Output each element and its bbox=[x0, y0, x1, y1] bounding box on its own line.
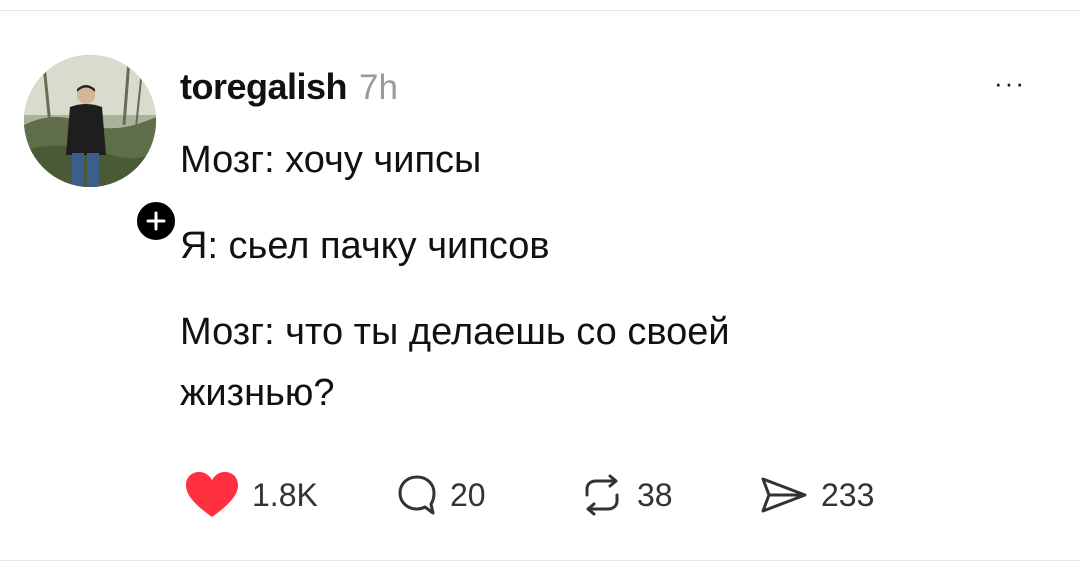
avatar[interactable] bbox=[24, 55, 156, 187]
more-horizontal-icon: ··· bbox=[994, 67, 1026, 98]
avatar-container[interactable] bbox=[24, 55, 179, 244]
comment-icon bbox=[398, 475, 436, 515]
send-icon bbox=[761, 477, 807, 513]
post-body-line: Мозг: хочу чипсы bbox=[180, 139, 482, 181]
post-timestamp[interactable]: 7h bbox=[359, 68, 398, 108]
avatar-photo-icon bbox=[24, 55, 156, 187]
like-count: 1.8K bbox=[252, 476, 318, 513]
thread-post: toregalish 7h ··· Мозг: хочу чипсы Я: сь… bbox=[0, 0, 1080, 569]
share-button[interactable]: 233 bbox=[759, 470, 874, 520]
more-options-button[interactable]: ··· bbox=[985, 68, 1035, 98]
post-header: toregalish 7h bbox=[180, 66, 398, 108]
repost-icon bbox=[585, 474, 619, 516]
reply-button[interactable]: 20 bbox=[396, 470, 486, 520]
post-body-line: Я: сьел пачку чипсов bbox=[180, 225, 550, 267]
reply-count: 20 bbox=[450, 476, 486, 513]
share-count: 233 bbox=[821, 476, 875, 513]
author-username[interactable]: toregalish bbox=[180, 66, 348, 108]
post-body-line: жизнью? bbox=[180, 372, 335, 414]
like-button[interactable]: 1.8K bbox=[184, 470, 318, 520]
bottom-divider bbox=[0, 560, 1080, 561]
plus-icon bbox=[146, 211, 166, 231]
post-body-line: Мозг: что ты делаешь со своей bbox=[180, 311, 730, 353]
repost-button[interactable]: 38 bbox=[579, 470, 673, 520]
top-divider bbox=[0, 10, 1080, 11]
repost-count: 38 bbox=[637, 476, 673, 513]
follow-button[interactable] bbox=[133, 198, 179, 244]
heart-icon bbox=[186, 472, 238, 517]
